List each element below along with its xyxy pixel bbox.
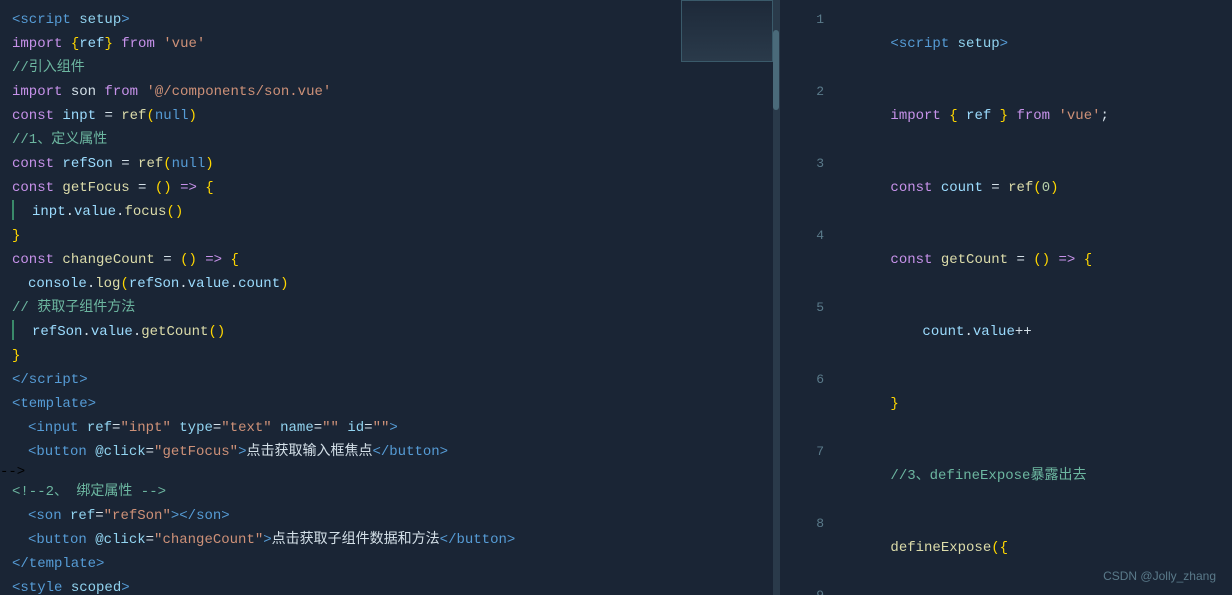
code-line: <script setup>: [0, 8, 779, 32]
line-number: 8: [792, 512, 824, 536]
right-code-line: 7 //3、defineExpose暴露出去: [780, 440, 1232, 512]
right-code-line: 3 const count = ref(0): [780, 152, 1232, 224]
code-line: //引入组件: [0, 56, 779, 80]
code-line: //1、定义属性: [0, 128, 779, 152]
right-code-line: 9 count,: [780, 584, 1232, 595]
line-number: 1: [792, 8, 824, 32]
watermark: CSDN @Jolly_zhang: [1103, 569, 1216, 583]
code-line: import {ref} from 'vue': [0, 32, 779, 56]
left-code-panel: <script setup> import {ref} from 'vue' /…: [0, 0, 780, 595]
code-line: <button @click="getFocus">点击获取输入框焦点</but…: [0, 440, 779, 464]
right-code-line: 2 import { ref } from 'vue';: [780, 80, 1232, 152]
code-line: const refSon = ref(null): [0, 152, 779, 176]
code-line: refSon.value.getCount(): [0, 320, 779, 344]
right-code-line: 1 <script setup>: [780, 8, 1232, 80]
code-line: <input ref="inpt" type="text" name="" id…: [0, 416, 779, 440]
code-line: </template>: [0, 552, 779, 576]
line-number: 3: [792, 152, 824, 176]
code-line: }: [0, 224, 779, 248]
line-number: 2: [792, 80, 824, 104]
code-line: console.log(refSon.value.count): [0, 272, 779, 296]
left-scrollbar[interactable]: [773, 0, 779, 595]
code-line: <!--2、 绑定属性 -->: [0, 480, 779, 504]
right-code-line: 5 count.value++: [780, 296, 1232, 368]
line-number: 7: [792, 440, 824, 464]
code-line: <template>: [0, 392, 779, 416]
line-number: 4: [792, 224, 824, 248]
right-code-line: 4 const getCount = () => {: [780, 224, 1232, 296]
line-number: 9: [792, 584, 824, 595]
code-line: // 获取子组件方法: [0, 296, 779, 320]
code-line: import son from '@/components/son.vue': [0, 80, 779, 104]
minimap-thumbnail: [681, 0, 773, 62]
right-code-panel: 1 <script setup> 2 import { ref } from '…: [780, 0, 1232, 595]
code-line: const inpt = ref(null): [0, 104, 779, 128]
line-number: 6: [792, 368, 824, 392]
code-line: <son ref="refSon"></son>: [0, 504, 779, 528]
code-line: <style scoped>: [0, 576, 779, 595]
code-line: const changeCount = () => {: [0, 248, 779, 272]
code-line: <button @click="changeCount">点击获取子组件数据和方…: [0, 528, 779, 552]
code-line: }: [0, 344, 779, 368]
left-code-content: <script setup> import {ref} from 'vue' /…: [0, 8, 779, 595]
code-line: inpt.value.focus(): [0, 200, 779, 224]
code-line: </script>: [0, 368, 779, 392]
code-line: const getFocus = () => {: [0, 176, 779, 200]
line-number: 5: [792, 296, 824, 320]
right-code-line: 6 }: [780, 368, 1232, 440]
